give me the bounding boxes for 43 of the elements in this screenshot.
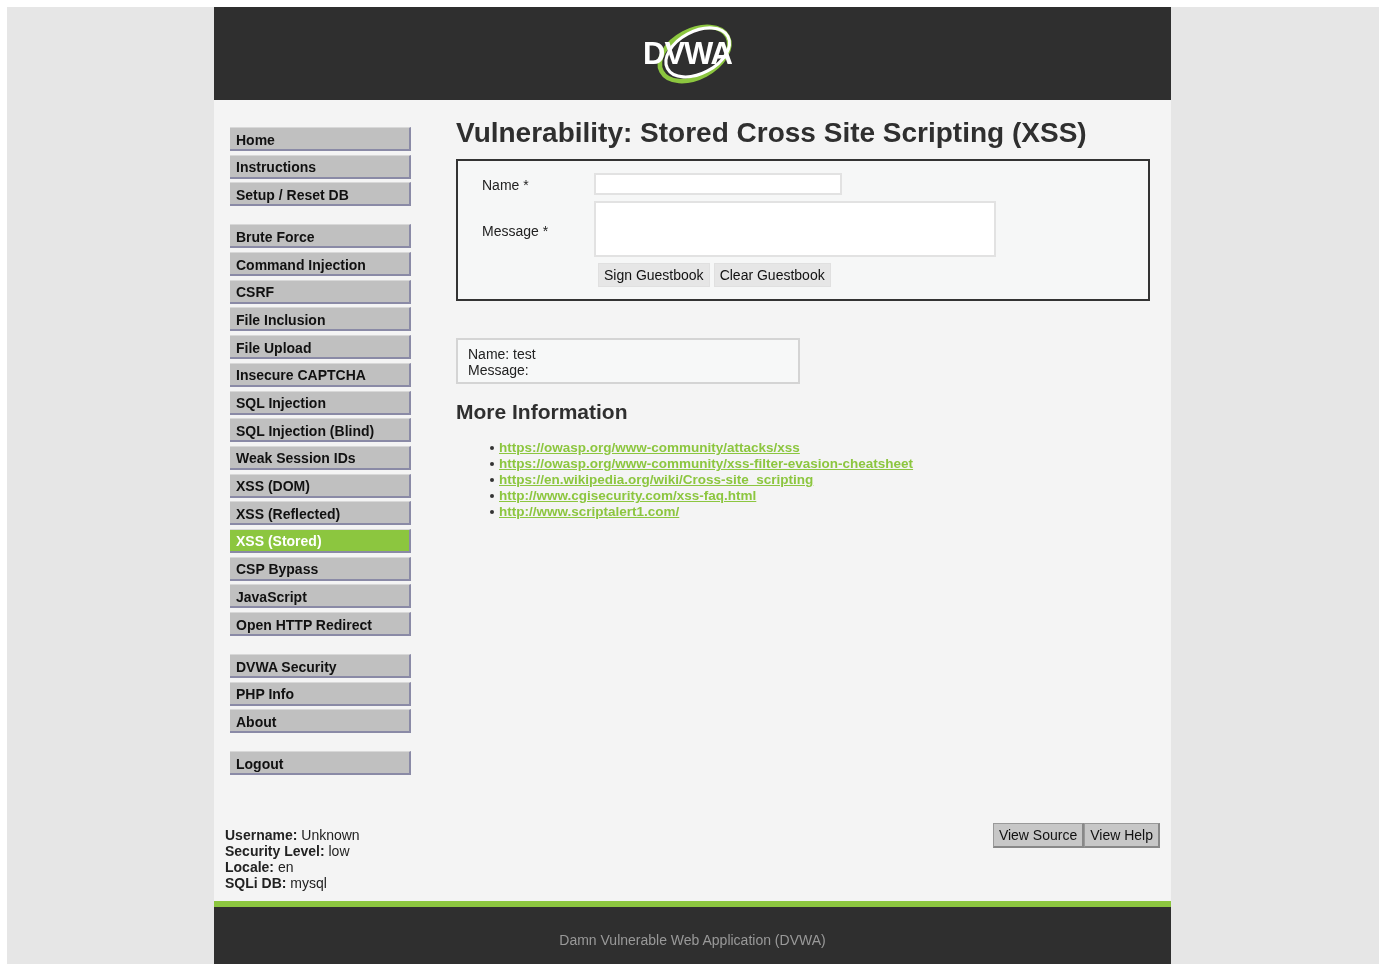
page-button[interactable]: View Help <box>1084 823 1160 848</box>
status-text: SQLi DB: mysql <box>225 875 328 891</box>
footer-text: Damn Vulnerable Web Application (DVWA) <box>559 930 826 948</box>
form-button[interactable]: Sign Guestbook <box>598 263 710 287</box>
menu-item[interactable]: Brute Force <box>230 224 411 249</box>
menu-item[interactable]: Home <box>230 127 411 151</box>
menu-item[interactable]: XSS (DOM) <box>230 473 411 498</box>
menu-item[interactable]: Setup / Reset DB <box>230 182 411 207</box>
bullet-icon <box>490 494 494 498</box>
section-heading: More Information <box>456 400 629 424</box>
menu-item[interactable]: CSP Bypass <box>230 556 411 581</box>
menu-item[interactable]: Instructions <box>230 154 411 179</box>
menu-item[interactable]: XSS (Reflected) <box>230 501 411 526</box>
menu-item[interactable]: Logout <box>230 751 411 776</box>
menu-item[interactable]: Command Injection <box>230 252 411 277</box>
menu-item[interactable]: File Upload <box>230 335 411 360</box>
menu-item[interactable]: PHP Info <box>230 681 411 706</box>
menu-item[interactable]: About <box>230 709 411 734</box>
entry-text: Name: test <box>468 346 537 362</box>
bullet-icon <box>490 462 494 466</box>
status-text: Security Level: low <box>225 843 351 859</box>
status-text: Locale: en <box>225 859 295 875</box>
entry-text: Message: <box>468 362 530 378</box>
bullet-icon <box>490 446 494 450</box>
message-field[interactable] <box>594 201 996 257</box>
menu-item[interactable]: CSRF <box>230 279 411 304</box>
menu-item[interactable]: SQL Injection <box>230 390 411 415</box>
field-label: Name * <box>482 176 530 193</box>
menu-item[interactable]: SQL Injection (Blind) <box>230 418 411 443</box>
status-text: Username: Unknown <box>225 827 360 843</box>
menu-item[interactable]: Weak Session IDs <box>230 445 411 470</box>
menu-item[interactable]: DVWA Security <box>230 654 411 678</box>
menu-item[interactable]: Open HTTP Redirect <box>230 612 411 636</box>
bullet-icon <box>490 510 494 514</box>
name-field[interactable] <box>594 173 842 195</box>
menu-item[interactable]: File Inclusion <box>230 307 411 332</box>
field-label: Message * <box>482 222 550 239</box>
page-title: Vulnerability: Stored Cross Site Scripting (XSS) <box>456 117 1088 149</box>
form-button[interactable]: Clear Guestbook <box>713 263 831 287</box>
page-button[interactable]: View Source <box>992 823 1085 848</box>
bullet-icon <box>490 478 494 482</box>
menu-item[interactable]: JavaScript <box>230 584 411 609</box>
menu-item[interactable]: Insecure CAPTCHA <box>230 362 411 387</box>
